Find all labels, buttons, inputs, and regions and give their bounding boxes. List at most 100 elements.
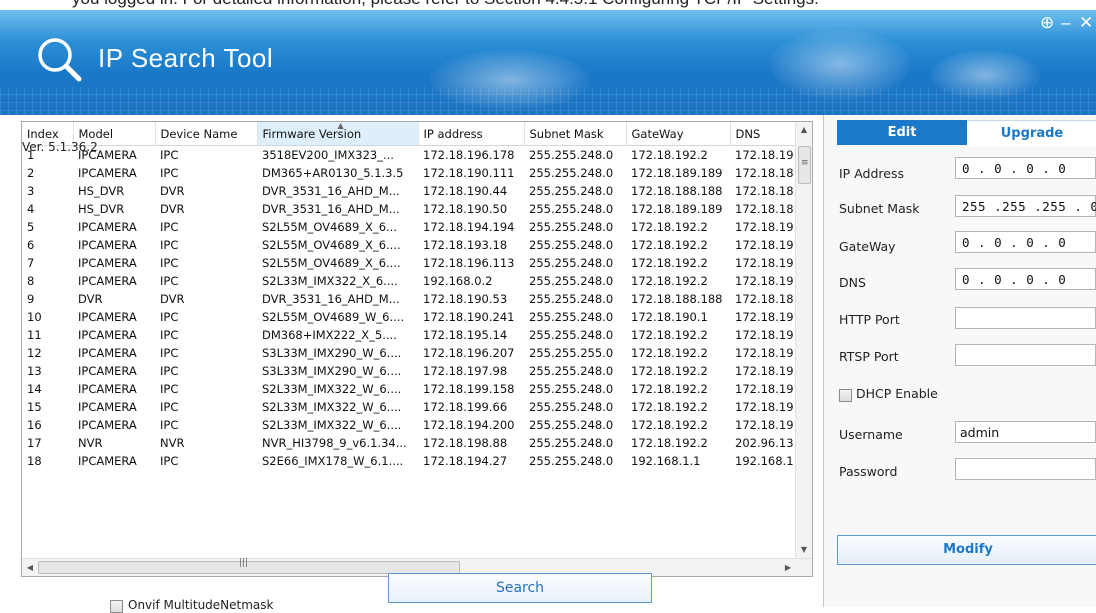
table-cell: 172.18.199.158 — [423, 382, 515, 396]
table-cell: 8 — [27, 274, 35, 288]
add-icon[interactable]: ⊕ — [1040, 14, 1054, 32]
table-cell: S3L33M_IMX290_W_6.... — [262, 346, 402, 360]
table-row[interactable]: 17 NVR NVR NVR_HI3798_9_v6.1.34... 172.18.19… — [22, 434, 796, 452]
table-cell: 172.18.192.2 — [631, 382, 708, 396]
table-cell: S2L33M_IMX322_W_6.... — [262, 418, 402, 432]
table-cell: 12 — [27, 346, 42, 360]
tab-edit[interactable]: Edit — [837, 120, 967, 145]
table-cell: 202.96.13 — [735, 436, 794, 450]
table-cell: S2L33M_IMX322_W_6.... — [262, 382, 402, 396]
banner-pattern — [0, 87, 1096, 115]
app-title: IP Search Tool — [98, 43, 274, 73]
table-cell: 3 — [27, 184, 35, 198]
table-row[interactable]: 8 IPCAMERA IPC S2L33M_IMX322_X_6.... 192.168… — [22, 272, 796, 290]
table-row[interactable]: 15 IPCAMERA IPC S2L33M_IMX322_W_6.... 172.18… — [22, 398, 796, 416]
table-row[interactable]: 3 HS_DVR DVR DVR_3531_16_AHD_M... 172.18.190… — [22, 182, 796, 200]
password-label: Password — [839, 464, 898, 479]
table-row[interactable]: 16 IPCAMERA IPC S2L33M_IMX322_W_6.... 172.18… — [22, 416, 796, 434]
table-cell: IPCAMERA — [78, 382, 137, 396]
table-cell: IPC — [160, 454, 179, 468]
table-cell: 7 — [27, 256, 35, 270]
table-cell: DM365+AR0130_5.1.3.5 — [262, 166, 404, 180]
scroll-up-icon[interactable]: ▲ — [796, 122, 812, 138]
rtsp-port-input[interactable] — [955, 344, 1096, 366]
table-row[interactable]: 1 IPCAMERA IPC 3518EV200_IMX323_... 172.18.1… — [22, 146, 796, 165]
table-cell: 172.18.196.207 — [423, 346, 515, 360]
table-cell: IPC — [160, 346, 179, 360]
table-cell: 18 — [27, 454, 42, 468]
table-row[interactable]: 12 IPCAMERA IPC S3L33M_IMX290_W_6.... 172.18… — [22, 344, 796, 362]
table-cell: IPCAMERA — [78, 238, 137, 252]
table-cell: 172.18.190.241 — [423, 310, 515, 324]
table-cell: DVR_3531_16_AHD_M... — [262, 184, 400, 198]
table-row[interactable]: 6 IPCAMERA IPC S2L55M_OV4689_X_6.... 172.18.… — [22, 236, 796, 254]
table-row[interactable]: 5 IPCAMERA IPC S2L55M_OV4689_X_6... 172.18.1… — [22, 218, 796, 236]
table-cell: 255.255.248.0 — [529, 148, 614, 162]
table-row[interactable]: 14 IPCAMERA IPC S2L33M_IMX322_W_6.... 172.18… — [22, 380, 796, 398]
title-banner: ⊕ – ✕ IP Search Tool — [0, 10, 1096, 115]
table-row[interactable]: 4 HS_DVR DVR DVR_3531_16_AHD_M... 172.18.190… — [22, 200, 796, 218]
dhcp-enable-checkbox[interactable] — [839, 389, 852, 402]
table-cell: 255.255.248.0 — [529, 418, 614, 432]
search-button[interactable]: Search — [388, 573, 652, 603]
http-port-input[interactable] — [955, 307, 1096, 329]
column-header-sorted[interactable]: ▲ Firmware Version — [257, 122, 419, 146]
column-header[interactable]: GateWay — [626, 122, 731, 146]
subnet-mask-input[interactable]: 255 .255 .255 . 0 — [955, 195, 1096, 217]
dns-label: DNS — [839, 275, 866, 290]
table-cell: 255.255.248.0 — [529, 256, 614, 270]
column-header[interactable]: Subnet Mask — [524, 122, 627, 146]
header-row: Index Model Device Name ▲ Firmware Versio… — [22, 122, 797, 146]
table-row[interactable]: 13 IPCAMERA IPC S3L33M_IMX290_W_6.... 172.18… — [22, 362, 796, 380]
column-header[interactable]: IP address — [418, 122, 525, 146]
table-row[interactable]: 11 IPCAMERA IPC DM368+IMX222_X_5.... 172.18.… — [22, 326, 796, 344]
table-cell: 172.18.19 — [735, 310, 794, 324]
table-cell: IPC — [160, 328, 179, 342]
vertical-scrollbar[interactable]: ▲ ≡ ▼ — [795, 122, 812, 558]
document-text-strip: you logged in. For detailed information,… — [0, 0, 1096, 10]
table-cell: 15 — [27, 400, 42, 414]
table-cell: 172.18.193.18 — [423, 238, 508, 252]
ip-address-input[interactable]: 0 . 0 . 0 . 0 — [955, 157, 1096, 179]
table-cell: DVR — [160, 184, 185, 198]
table-cell: IPCAMERA — [78, 454, 137, 468]
tab-upgrade[interactable]: Upgrade — [967, 120, 1096, 146]
table-cell: 255.255.255.0 — [529, 346, 614, 360]
close-button[interactable]: ✕ — [1079, 14, 1093, 32]
table-cell: 255.255.248.0 — [529, 436, 614, 450]
table-cell: 3518EV200_IMX323_... — [262, 148, 394, 162]
device-table[interactable]: Index Model Device Name ▲ Firmware Versio… — [21, 121, 813, 577]
scroll-right-icon[interactable]: ▶ — [780, 559, 796, 576]
scroll-thumb[interactable]: ≡ — [798, 146, 811, 184]
column-header[interactable]: DNS — [730, 122, 797, 146]
password-input[interactable] — [955, 458, 1096, 480]
table-cell: 255.255.248.0 — [529, 454, 614, 468]
table-cell: IPC — [160, 418, 179, 432]
table-cell: IPC — [160, 274, 179, 288]
table-row[interactable]: 2 IPCAMERA IPC DM365+AR0130_5.1.3.5 172.18.1… — [22, 164, 796, 182]
table-cell: 172.18.199.66 — [423, 400, 508, 414]
scroll-down-icon[interactable]: ▼ — [796, 542, 812, 558]
username-input[interactable]: admin — [955, 421, 1096, 443]
table-cell: 192.168.1 — [735, 454, 794, 468]
dns-input[interactable]: 0 . 0 . 0 . 0 — [955, 268, 1096, 290]
table-row[interactable]: 18 IPCAMERA IPC S2E66_IMX178_W_6.1.... 172.1… — [22, 452, 796, 470]
gateway-input[interactable]: 0 . 0 . 0 . 0 — [955, 231, 1096, 253]
table-cell: 172.18.19 — [735, 418, 794, 432]
search-logo-icon — [38, 38, 82, 82]
table-cell: 255.255.248.0 — [529, 382, 614, 396]
table-row[interactable]: 7 IPCAMERA IPC S2L55M_OV4689_X_6.... 172.18.… — [22, 254, 796, 272]
table-cell: IPCAMERA — [78, 166, 137, 180]
column-header[interactable]: Device Name — [155, 122, 258, 146]
table-cell: 172.18.190.1 — [631, 310, 708, 324]
table-cell: 172.18.192.2 — [631, 148, 708, 162]
scroll-left-icon[interactable]: ◀ — [22, 559, 38, 576]
table-row[interactable]: 9 DVR DVR DVR_3531_16_AHD_M... 172.18.190.53… — [22, 290, 796, 308]
table-row[interactable]: 10 IPCAMERA IPC S2L55M_OV4689_W_6.... 172.18… — [22, 308, 796, 326]
modify-button[interactable]: Modify — [837, 535, 1096, 565]
table-cell: 172.18.195.14 — [423, 328, 508, 342]
table-cell: IPCAMERA — [78, 328, 137, 342]
table-cell: 172.18.192.2 — [631, 328, 708, 342]
minimize-button[interactable]: – — [1061, 14, 1070, 32]
table-cell: 16 — [27, 418, 42, 432]
